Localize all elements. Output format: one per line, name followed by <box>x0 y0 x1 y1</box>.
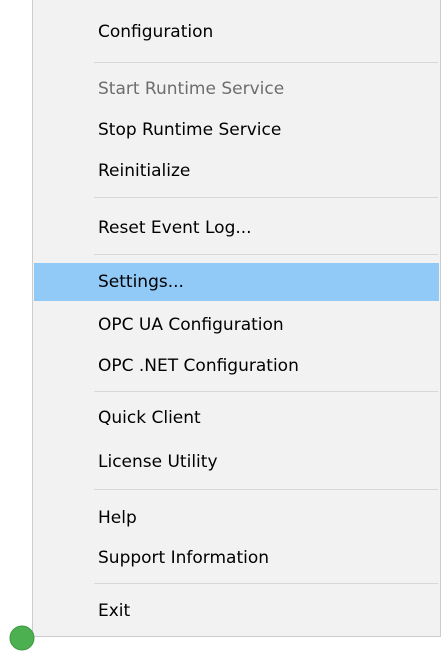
menu-item-start-runtime-service: Start Runtime Service <box>98 79 285 99</box>
menu-item-settings[interactable]: Settings... <box>34 263 439 301</box>
menu-item-configuration[interactable]: Configuration <box>34 14 439 50</box>
menu-item-reinitialize[interactable]: Reinitialize <box>34 153 439 189</box>
context-menu: Configuration Start Runtime Service Stop… <box>32 0 441 637</box>
menu-separator <box>94 197 438 198</box>
menu-item-opc-ua-configuration[interactable]: OPC UA Configuration <box>34 307 439 343</box>
menu-separator <box>94 62 438 63</box>
green-circle-icon[interactable] <box>8 624 36 652</box>
menu-item-quick-client[interactable]: Quick Client <box>34 400 439 436</box>
menu-separator <box>94 254 438 255</box>
menu-item-opc-net-configuration[interactable]: OPC .NET Configuration <box>34 348 439 384</box>
menu-separator <box>94 391 438 392</box>
menu-item-license-utility[interactable]: License Utility <box>34 444 439 480</box>
menu-item-stop-runtime-service[interactable]: Stop Runtime Service <box>34 112 439 148</box>
menu-item-reset-event-log[interactable]: Reset Event Log... <box>34 210 439 246</box>
menu-item-support-information[interactable]: Support Information <box>34 540 439 576</box>
menu-separator <box>94 489 438 490</box>
menu-item-help[interactable]: Help <box>34 500 439 536</box>
menu-separator <box>94 583 438 584</box>
menu-item-exit[interactable]: Exit <box>34 593 439 629</box>
